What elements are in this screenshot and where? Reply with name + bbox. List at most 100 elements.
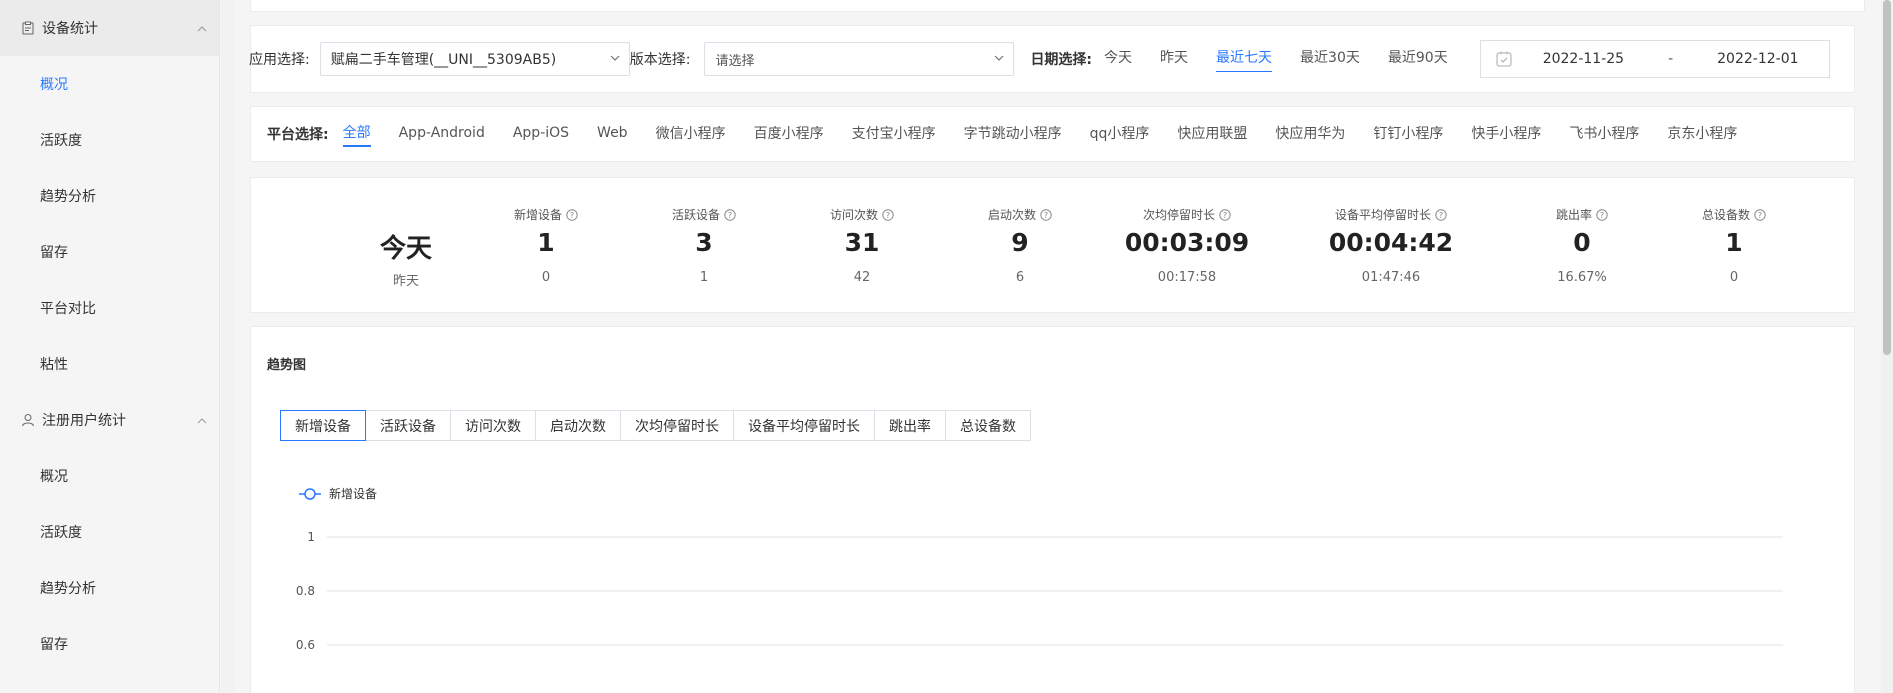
sidebar-item-label: 留存	[40, 245, 68, 261]
sidebar-item-overview[interactable]: 概况	[0, 56, 219, 112]
platform-tab-quickapp-union[interactable]: 快应用联盟	[1177, 123, 1247, 146]
trend-tab-visits[interactable]: 访问次数	[450, 410, 536, 441]
stat-today-value: 3	[695, 228, 713, 257]
stat-today-value: 31	[844, 228, 880, 257]
chevron-up-icon[interactable]	[197, 20, 207, 36]
sidebar-group-device-stats[interactable]: 设备统计	[0, 0, 219, 56]
stat-label: 次均停留时长	[1142, 208, 1215, 222]
sidebar-item-label: 粘性	[40, 357, 68, 373]
chevron-down-icon	[993, 52, 1005, 68]
trend-tab-total-devices[interactable]: 总设备数	[945, 410, 1031, 441]
sidebar-item-user-activity[interactable]: 活跃度	[0, 504, 219, 560]
stat-today-value: 0	[1573, 228, 1591, 257]
sidebar-item-trend-analysis[interactable]: 趋势分析	[0, 168, 219, 224]
legend-marker	[304, 488, 316, 500]
trend-chart: 新增设备 1 0.8 0.6	[296, 486, 1783, 652]
platform-tab-alipay[interactable]: 支付宝小程序	[852, 123, 936, 146]
sidebar-item-retention[interactable]: 留存	[0, 224, 219, 280]
date-option-last-7-days[interactable]: 最近七天	[1216, 47, 1273, 72]
platform-tab-quickapp-huawei[interactable]: 快应用华为	[1275, 123, 1345, 146]
question-circle-icon[interactable]: ?	[1040, 209, 1052, 221]
stat-label: 设备平均停留时长	[1334, 208, 1431, 222]
scrollbar-thumb[interactable]	[1883, 0, 1891, 355]
platform-tab-kuaishou[interactable]: 快手小程序	[1471, 123, 1541, 146]
sidebar-item-label: 平台对比	[40, 301, 96, 317]
date-range-picker[interactable]: 2022-11-25 - 2022-12-01	[1479, 40, 1830, 78]
trend-tab-avg-stay-per-visit[interactable]: 次均停留时长	[620, 410, 734, 441]
question-circle-icon[interactable]: ?	[724, 209, 736, 221]
question-circle-icon[interactable]: ?	[1219, 209, 1231, 221]
platform-tab-feishu[interactable]: 飞书小程序	[1569, 123, 1639, 146]
stat-label: 新增设备	[513, 208, 562, 222]
sidebar-divider	[221, 0, 235, 693]
version-select[interactable]: 请选择	[704, 42, 1015, 76]
question-circle-icon[interactable]: ?	[1596, 209, 1608, 221]
platform-tab-android[interactable]: App-Android	[399, 125, 485, 144]
date-option-last-30-days[interactable]: 最近30天	[1300, 47, 1360, 71]
sidebar-item-label: 概况	[40, 77, 68, 93]
platform-tab-jd[interactable]: 京东小程序	[1667, 123, 1737, 146]
trend-tab-avg-stay-per-device[interactable]: 设备平均停留时长	[733, 410, 875, 441]
date-option-yesterday[interactable]: 昨天	[1160, 47, 1188, 71]
platform-tab-all[interactable]: 全部	[342, 122, 371, 147]
sidebar-item-user-retention[interactable]: 留存	[0, 616, 219, 672]
stat-avg-stay-per-device: 设备平均停留时长? 00:04:42 01:47:46	[1301, 178, 1481, 314]
platform-tab-bytedance[interactable]: 字节跳动小程序	[964, 123, 1062, 146]
platform-bar: 平台选择: 全部 App-Android App-iOS Web 微信小程序 百…	[250, 106, 1855, 162]
stat-label: 跳出率	[1555, 208, 1592, 222]
stat-yesterday-value: 1	[699, 270, 709, 285]
question-circle-icon[interactable]: ?	[882, 209, 894, 221]
vertical-scrollbar[interactable]	[1881, 0, 1893, 693]
trend-tab-bounce-rate[interactable]: 跳出率	[874, 410, 946, 441]
platform-tab-wechat[interactable]: 微信小程序	[656, 123, 726, 146]
sidebar-item-stickiness[interactable]: 粘性	[0, 336, 219, 392]
stat-yesterday-value: 00:17:58	[1157, 270, 1217, 285]
platform-tab-dingtalk[interactable]: 钉钉小程序	[1373, 123, 1443, 146]
svg-text:?: ?	[1223, 211, 1227, 220]
date-option-today[interactable]: 今天	[1104, 47, 1132, 71]
trend-panel: 趋势图 新增设备 活跃设备 访问次数 启动次数 次均停留时长 设备平均停留时长 …	[250, 326, 1855, 693]
sidebar-item-platform-compare[interactable]: 平台对比	[0, 280, 219, 336]
platform-tab-web[interactable]: Web	[597, 125, 628, 144]
trend-tab-launches[interactable]: 启动次数	[535, 410, 621, 441]
platform-tab-qq[interactable]: qq小程序	[1090, 123, 1150, 146]
question-circle-icon[interactable]: ?	[1754, 209, 1766, 221]
sidebar-item-activity[interactable]: 活跃度	[0, 112, 219, 168]
sidebar-item-user-trend[interactable]: 趋势分析	[0, 560, 219, 616]
end-date[interactable]: 2022-12-01	[1717, 51, 1798, 67]
sidebar-item-user-overview[interactable]: 概况	[0, 448, 219, 504]
user-icon	[20, 412, 36, 428]
start-date[interactable]: 2022-11-25	[1543, 51, 1624, 67]
app-select[interactable]: 赋扁二手车管理(__UNI__5309AB5)	[319, 42, 630, 76]
stat-visits: 访问次数? 31 42	[797, 178, 927, 314]
svg-text:?: ?	[728, 211, 732, 220]
sidebar-item-label: 留存	[40, 637, 68, 653]
trend-tab-new-devices[interactable]: 新增设备	[280, 410, 366, 441]
sidebar-group-registered-users[interactable]: 注册用户统计	[0, 392, 219, 448]
stat-yesterday-value: 6	[1015, 270, 1025, 285]
stats-row-labels: 今天 昨天	[341, 178, 471, 314]
svg-text:?: ?	[886, 211, 890, 220]
stat-active-devices: 活跃设备? 3 1	[639, 178, 769, 314]
svg-text:?: ?	[1758, 211, 1762, 220]
platform-tab-baidu[interactable]: 百度小程序	[754, 123, 824, 146]
today-label: 今天	[379, 234, 432, 264]
calendar-icon	[1495, 50, 1513, 68]
clipboard-icon	[20, 20, 36, 36]
question-circle-icon[interactable]: ?	[1435, 209, 1447, 221]
svg-text:?: ?	[1439, 211, 1443, 220]
platform-tab-ios[interactable]: App-iOS	[513, 125, 569, 144]
legend-label: 新增设备	[329, 486, 377, 501]
stat-new-devices: 新增设备? 1 0	[481, 178, 611, 314]
question-circle-icon[interactable]: ?	[566, 209, 578, 221]
trend-tab-active-devices[interactable]: 活跃设备	[365, 410, 451, 441]
svg-text:?: ?	[1600, 211, 1604, 220]
chevron-up-icon[interactable]	[197, 412, 207, 428]
stat-yesterday-value: 16.67%	[1557, 270, 1607, 285]
stat-launches: 启动次数? 9 6	[955, 178, 1085, 314]
sidebar: 设备统计 概况 活跃度 趋势分析 留存 平台对比 粘性 注册用户统计 概况 活跃…	[0, 0, 220, 693]
stat-yesterday-value: 42	[853, 270, 871, 285]
yesterday-label: 昨天	[392, 274, 419, 289]
date-option-last-90-days[interactable]: 最近90天	[1388, 47, 1448, 71]
stat-yesterday-value: 0	[1729, 270, 1739, 285]
